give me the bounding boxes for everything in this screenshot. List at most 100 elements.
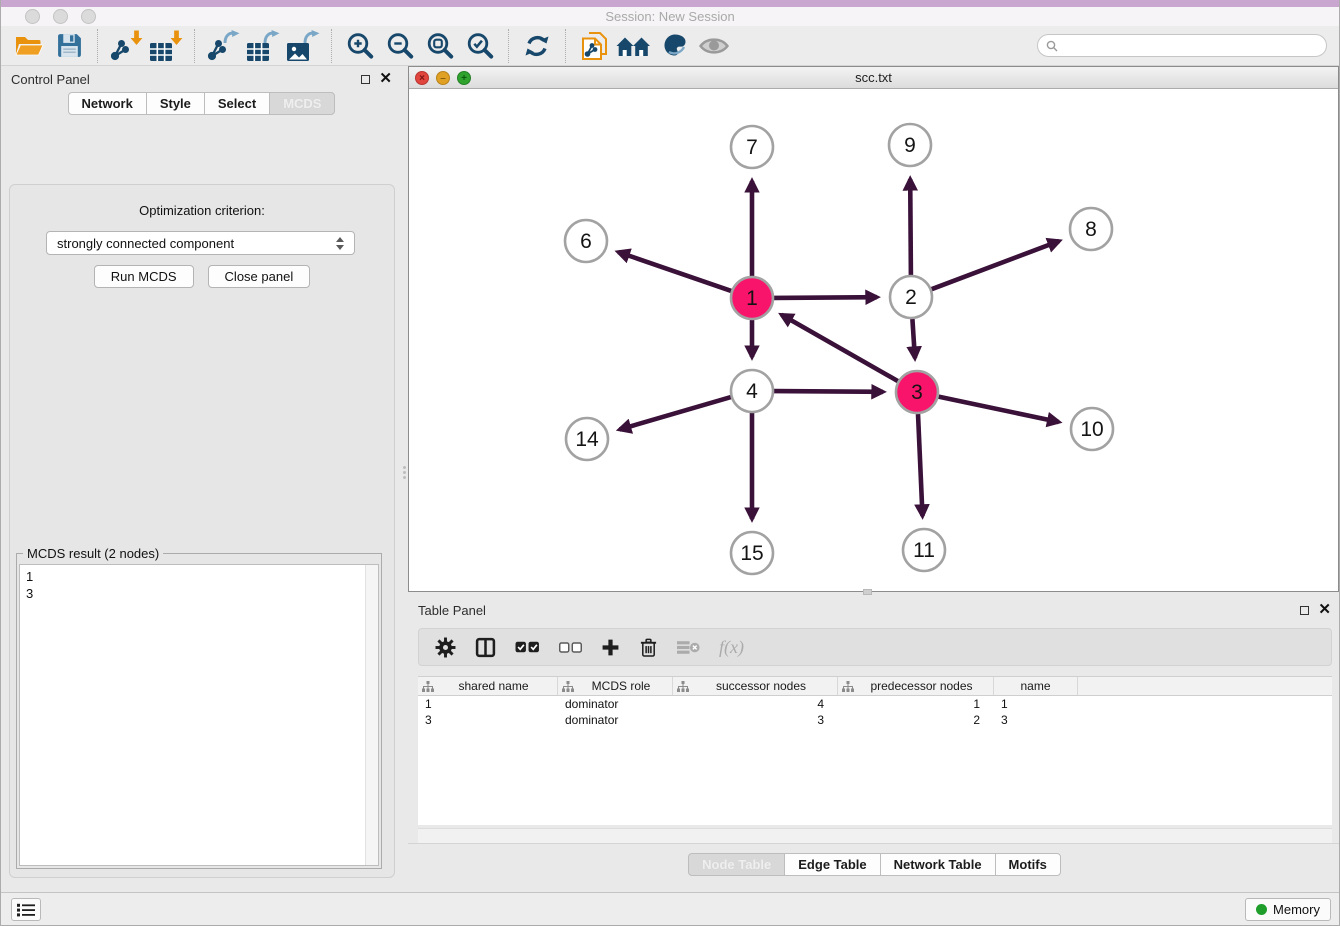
open-folder-icon bbox=[14, 33, 44, 59]
close-panel-icon[interactable]: ✕ bbox=[379, 74, 392, 84]
table-cell[interactable]: dominator bbox=[558, 697, 673, 711]
table-cell[interactable]: 4 bbox=[673, 697, 838, 711]
graph-node-15[interactable]: 15 bbox=[731, 532, 773, 574]
toolbar-separator bbox=[331, 29, 332, 63]
zoom-in-button[interactable] bbox=[340, 28, 380, 64]
tab-edge-table[interactable]: Edge Table bbox=[784, 853, 880, 876]
graph-edge-2-9[interactable] bbox=[910, 179, 911, 275]
column-header-MCDS-role[interactable]: MCDS role bbox=[558, 677, 673, 695]
table-cell[interactable]: 2 bbox=[838, 713, 994, 727]
zoom-out-button[interactable] bbox=[380, 28, 420, 64]
graph-edge-3-11[interactable] bbox=[918, 414, 923, 516]
tab-mcds[interactable]: MCDS bbox=[269, 92, 335, 115]
column-header-name[interactable]: name bbox=[994, 677, 1078, 695]
zoom-fit-button[interactable] bbox=[420, 28, 460, 64]
trash-icon bbox=[639, 637, 658, 658]
export-table-button[interactable] bbox=[243, 28, 283, 64]
tab-select[interactable]: Select bbox=[204, 92, 270, 115]
table-horizontal-scrollbar[interactable] bbox=[418, 828, 1332, 843]
column-header-predecessor-nodes[interactable]: predecessor nodes bbox=[838, 677, 994, 695]
import-network-button[interactable] bbox=[106, 28, 146, 64]
table-cell[interactable]: 1 bbox=[994, 697, 1078, 711]
search-field[interactable] bbox=[1037, 34, 1327, 57]
run-mcds-button[interactable]: Run MCDS bbox=[94, 265, 194, 288]
table-cell[interactable]: dominator bbox=[558, 713, 673, 727]
hide-panel-button[interactable] bbox=[694, 28, 734, 64]
graph-node-4[interactable]: 4 bbox=[731, 370, 773, 412]
graph-edge-1-2[interactable] bbox=[774, 297, 877, 298]
graph-edge-1-6[interactable] bbox=[618, 252, 731, 291]
graph-node-14[interactable]: 14 bbox=[566, 418, 608, 460]
graph-edge-2-3[interactable] bbox=[912, 319, 915, 358]
mcds-result-area[interactable]: 13 bbox=[19, 564, 379, 866]
graph-node-10[interactable]: 10 bbox=[1071, 408, 1113, 450]
graph-edge-3-10[interactable] bbox=[939, 397, 1059, 422]
float-panel-icon[interactable] bbox=[361, 75, 370, 84]
mcds-result-line: 3 bbox=[20, 585, 378, 602]
graph-edge-4-3[interactable] bbox=[774, 391, 883, 392]
table-cell[interactable]: 3 bbox=[673, 713, 838, 727]
export-arrow-icon bbox=[303, 30, 320, 44]
graph-node-9[interactable]: 9 bbox=[889, 124, 931, 166]
unselect-all-columns-button[interactable] bbox=[559, 642, 582, 653]
toolbar-separator bbox=[565, 29, 566, 63]
table-row[interactable]: 1dominator411 bbox=[418, 696, 1332, 712]
export-image-button[interactable] bbox=[283, 28, 323, 64]
tab-motifs[interactable]: Motifs bbox=[995, 853, 1061, 876]
table-cell[interactable]: 1 bbox=[418, 697, 558, 711]
table-cell[interactable]: 1 bbox=[838, 697, 994, 711]
graph-node-1[interactable]: 1 bbox=[731, 277, 773, 319]
graph-node-11[interactable]: 11 bbox=[903, 529, 945, 571]
column-header-shared-name[interactable]: shared name bbox=[418, 677, 558, 695]
open-session-button[interactable] bbox=[9, 28, 49, 64]
window-top-strip bbox=[1, 0, 1339, 7]
style-button[interactable] bbox=[654, 28, 694, 64]
table-cell[interactable]: 3 bbox=[418, 713, 558, 727]
select-all-columns-button[interactable] bbox=[515, 641, 540, 653]
delete-table-button[interactable] bbox=[677, 639, 700, 656]
close-panel-icon[interactable]: ✕ bbox=[1318, 605, 1331, 615]
clone-network-button[interactable] bbox=[574, 28, 614, 64]
memory-button[interactable]: Memory bbox=[1245, 898, 1331, 921]
graph-node-8[interactable]: 8 bbox=[1070, 208, 1112, 250]
show-columns-button[interactable] bbox=[475, 637, 496, 658]
mcds-result-line: 1 bbox=[20, 568, 378, 585]
graph-edge-2-8[interactable] bbox=[932, 241, 1060, 289]
apply-layout-button[interactable] bbox=[517, 28, 557, 64]
save-session-button[interactable] bbox=[49, 28, 89, 64]
close-panel-button[interactable]: Close panel bbox=[208, 265, 311, 288]
graph-edge-3-1[interactable] bbox=[782, 315, 898, 381]
float-panel-icon[interactable] bbox=[1300, 606, 1309, 615]
network-window-titlebar[interactable]: × – + scc.txt bbox=[409, 67, 1338, 89]
graph-edge-4-14[interactable] bbox=[620, 397, 731, 429]
home-button[interactable] bbox=[614, 28, 654, 64]
horizontal-splitter-handle[interactable] bbox=[863, 589, 872, 595]
network-canvas[interactable]: 7 9 6 8 1 2 4 3 14 10 15 11 bbox=[409, 89, 1338, 591]
table-settings-button[interactable] bbox=[435, 637, 456, 658]
vertical-splitter-handle[interactable] bbox=[402, 460, 407, 484]
optimization-criterion-select[interactable]: strongly connected component bbox=[46, 231, 355, 255]
graph-node-2[interactable]: 2 bbox=[890, 276, 932, 318]
table-row[interactable]: 3dominator323 bbox=[418, 712, 1332, 728]
table-cell[interactable]: 3 bbox=[994, 713, 1078, 727]
graph-node-3[interactable]: 3 bbox=[896, 371, 938, 413]
graph-node-6[interactable]: 6 bbox=[565, 220, 607, 262]
delete-column-button[interactable] bbox=[639, 637, 658, 658]
plus-icon bbox=[601, 638, 620, 657]
create-column-button[interactable] bbox=[601, 638, 620, 657]
graph-node-label: 3 bbox=[911, 381, 923, 404]
import-table-button[interactable] bbox=[146, 28, 186, 64]
search-input[interactable] bbox=[1063, 37, 1318, 54]
tab-node-table[interactable]: Node Table bbox=[688, 853, 785, 876]
tab-network[interactable]: Network bbox=[68, 92, 147, 115]
graph-node-7[interactable]: 7 bbox=[731, 126, 773, 168]
tab-network-table[interactable]: Network Table bbox=[880, 853, 996, 876]
result-scrollbar[interactable] bbox=[365, 565, 378, 865]
function-builder-button[interactable]: f(x) bbox=[719, 637, 744, 658]
task-history-button[interactable] bbox=[11, 898, 41, 921]
zoom-selected-button[interactable] bbox=[460, 28, 500, 64]
export-network-button[interactable] bbox=[203, 28, 243, 64]
tab-style[interactable]: Style bbox=[146, 92, 205, 115]
column-header-successor-nodes[interactable]: successor nodes bbox=[673, 677, 838, 695]
window-titlebar: Session: New Session bbox=[1, 7, 1339, 26]
